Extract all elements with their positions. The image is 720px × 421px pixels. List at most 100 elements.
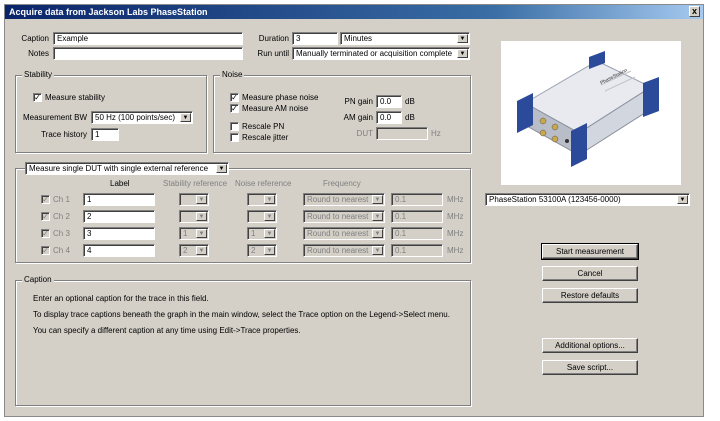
- dut-input[interactable]: [376, 127, 428, 140]
- history-input[interactable]: 1: [91, 128, 119, 141]
- chevron-down-icon[interactable]: ▼: [264, 246, 275, 255]
- frequency-mode-select[interactable]: Round to nearest ▼: [303, 193, 385, 206]
- chevron-down-icon[interactable]: ▼: [196, 246, 207, 255]
- stability-ref-select[interactable]: 1 ▼: [179, 227, 209, 240]
- rescale-pn-checkbox[interactable]: [230, 122, 239, 131]
- frequency-mode-select[interactable]: Round to nearest ▼: [303, 227, 385, 240]
- channel-label-input[interactable]: 2: [83, 210, 155, 223]
- additional-options-button[interactable]: Additional options...: [542, 338, 638, 353]
- dut-unit: Hz: [431, 129, 441, 138]
- am-gain-label: AM gain: [343, 113, 373, 122]
- col-frequency-header: Frequency: [323, 179, 361, 188]
- channel-name: Ch 4: [53, 246, 70, 255]
- frequency-mode-value: Round to nearest: [307, 229, 369, 238]
- notes-label: Notes: [28, 49, 49, 58]
- device-image: PhaseStation: [501, 41, 681, 185]
- stability-ref-value: 1: [183, 229, 188, 238]
- chevron-down-icon[interactable]: ▼: [677, 195, 688, 204]
- frequency-unit: MHz: [447, 195, 464, 204]
- chevron-down-icon[interactable]: ▼: [457, 49, 468, 58]
- channel-enable-checkbox[interactable]: ✓: [41, 229, 50, 238]
- stability-ref-select[interactable]: ▼: [179, 210, 209, 223]
- am-noise-label: Measure AM noise: [242, 104, 309, 113]
- chevron-down-icon[interactable]: ▼: [196, 212, 207, 221]
- duration-input[interactable]: 3: [292, 32, 338, 45]
- chevron-down-icon[interactable]: ▼: [372, 246, 383, 255]
- chevron-down-icon[interactable]: ▼: [216, 164, 227, 173]
- channel-label-input[interactable]: 4: [83, 244, 155, 257]
- noise-ref-select[interactable]: 1 ▼: [247, 227, 277, 240]
- frequency-input[interactable]: 0.1: [391, 193, 443, 206]
- help-line-2: To display trace captions beneath the gr…: [33, 310, 450, 319]
- frequency-mode-value: Round to nearest: [307, 195, 369, 204]
- restore-defaults-button[interactable]: Restore defaults: [542, 288, 638, 303]
- noise-title: Noise: [220, 70, 245, 80]
- notes-input[interactable]: [53, 47, 243, 60]
- noise-ref-select[interactable]: ▼: [247, 193, 277, 206]
- chevron-down-icon[interactable]: ▼: [196, 229, 207, 238]
- phase-noise-checkbox[interactable]: ✓: [230, 93, 239, 102]
- noise-ref-value: 1: [251, 229, 256, 238]
- channel-enable-checkbox[interactable]: ✓: [41, 212, 50, 221]
- chevron-down-icon[interactable]: ▼: [457, 34, 468, 43]
- col-noise-ref-header: Noise reference: [235, 179, 292, 188]
- stability-ref-select[interactable]: 2 ▼: [179, 244, 209, 257]
- channel-name: Ch 2: [53, 212, 70, 221]
- device-select-value: PhaseStation 53100A (123456-0000): [489, 195, 621, 204]
- cancel-button[interactable]: Cancel: [542, 266, 638, 281]
- duration-unit-select[interactable]: Minutes ▼: [340, 32, 470, 45]
- rununtil-label: Run until: [257, 49, 289, 58]
- pn-gain-input[interactable]: 0.0: [376, 95, 402, 108]
- help-line-3: You can specify a different caption at a…: [33, 326, 301, 335]
- channel-enable-checkbox[interactable]: ✓: [41, 195, 50, 204]
- chevron-down-icon[interactable]: ▼: [372, 195, 383, 204]
- dut-label: DUT: [356, 129, 373, 138]
- channel-name: Ch 1: [53, 195, 70, 204]
- bw-select[interactable]: 50 Hz (100 points/sec) ▼: [91, 111, 193, 124]
- am-gain-input[interactable]: 0.0: [376, 111, 402, 124]
- noise-ref-value: 2: [251, 246, 256, 255]
- device-select[interactable]: PhaseStation 53100A (123456-0000) ▼: [485, 193, 690, 206]
- chevron-down-icon[interactable]: ▼: [264, 212, 275, 221]
- close-button[interactable]: x: [689, 6, 700, 17]
- am-noise-checkbox[interactable]: ✓: [230, 104, 239, 113]
- frequency-unit: MHz: [447, 212, 464, 221]
- channel-label-input[interactable]: 3: [83, 227, 155, 240]
- chevron-down-icon[interactable]: ▼: [372, 212, 383, 221]
- frequency-mode-select[interactable]: Round to nearest ▼: [303, 210, 385, 223]
- help-title: Caption: [22, 275, 54, 285]
- measure-stability-checkbox[interactable]: ✓: [33, 93, 42, 102]
- noise-ref-select[interactable]: 2 ▼: [247, 244, 277, 257]
- help-line-1: Enter an optional caption for the trace …: [33, 294, 209, 303]
- frequency-mode-value: Round to nearest: [307, 246, 369, 255]
- phasestation-device-icon: [517, 51, 659, 167]
- phase-noise-label: Measure phase noise: [242, 93, 319, 102]
- chevron-down-icon[interactable]: ▼: [372, 229, 383, 238]
- frequency-mode-select[interactable]: Round to nearest ▼: [303, 244, 385, 257]
- rununtil-value: Manually terminated or acquisition compl…: [296, 49, 453, 58]
- frequency-input[interactable]: 0.1: [391, 227, 443, 240]
- bw-label: Measurement BW: [22, 113, 87, 122]
- rescale-jitter-label: Rescale jitter: [242, 133, 289, 142]
- chevron-down-icon[interactable]: ▼: [264, 195, 275, 204]
- save-script-button[interactable]: Save script...: [542, 360, 638, 375]
- noise-ref-select[interactable]: ▼: [247, 210, 277, 223]
- pn-gain-label: PN gain: [344, 97, 373, 106]
- start-measurement-button[interactable]: Start measurement: [541, 243, 639, 260]
- frequency-unit: MHz: [447, 246, 464, 255]
- rescale-jitter-checkbox[interactable]: [230, 133, 239, 142]
- chevron-down-icon[interactable]: ▼: [264, 229, 275, 238]
- frequency-input[interactable]: 0.1: [391, 244, 443, 257]
- channel-name: Ch 3: [53, 229, 70, 238]
- stability-title: Stability: [22, 70, 55, 80]
- chevron-down-icon[interactable]: ▼: [180, 113, 191, 122]
- stability-ref-select[interactable]: ▼: [179, 193, 209, 206]
- mode-select[interactable]: Measure single DUT with single external …: [25, 162, 229, 175]
- stability-ref-value: 2: [183, 246, 188, 255]
- channel-label-input[interactable]: 1: [83, 193, 155, 206]
- rununtil-select[interactable]: Manually terminated or acquisition compl…: [292, 47, 470, 60]
- channel-enable-checkbox[interactable]: ✓: [41, 246, 50, 255]
- frequency-input[interactable]: 0.1: [391, 210, 443, 223]
- caption-input[interactable]: Example: [53, 32, 243, 45]
- chevron-down-icon[interactable]: ▼: [196, 195, 207, 204]
